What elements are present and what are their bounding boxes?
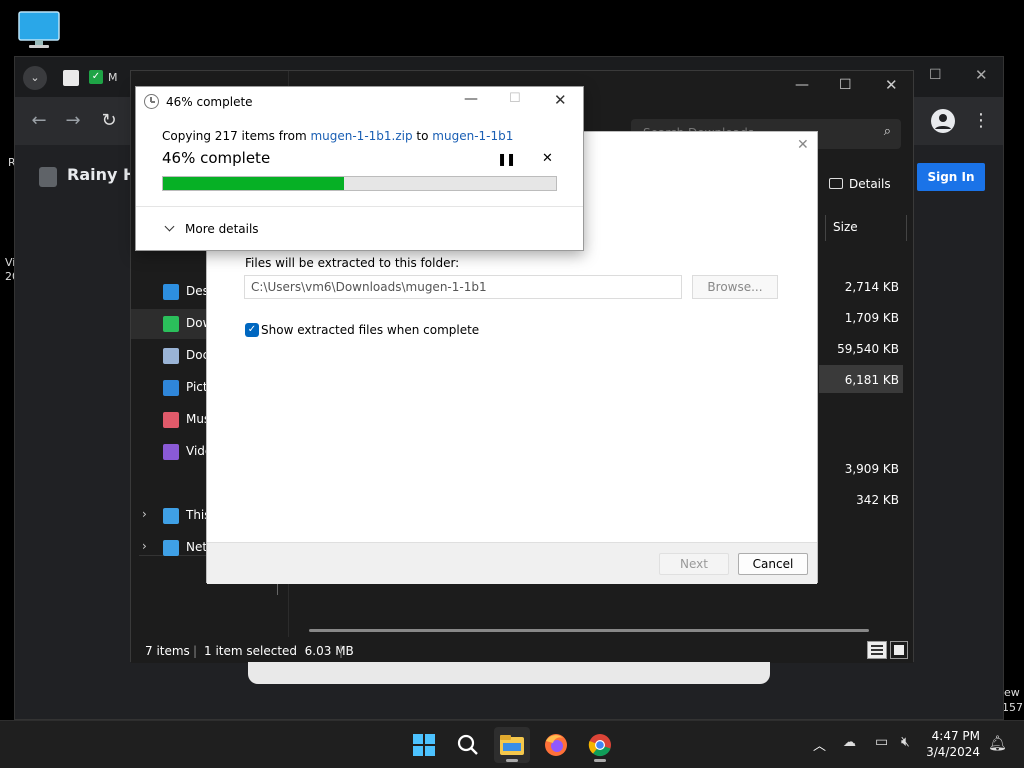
selection-info: 1 item selected 6.03 MB bbox=[204, 644, 354, 658]
file-size-cell: 3,909 KB bbox=[844, 462, 899, 476]
file-size-cell: 2,714 KB bbox=[844, 280, 899, 294]
file-explorer-taskbar-icon[interactable] bbox=[494, 727, 530, 763]
browser-tab-title[interactable]: M bbox=[108, 71, 118, 84]
file-size-cell: 1,709 KB bbox=[844, 311, 899, 325]
next-button[interactable]: Next bbox=[659, 553, 729, 575]
browser-menu-icon[interactable]: ⋮ bbox=[967, 107, 995, 135]
details-view-icon[interactable] bbox=[867, 641, 887, 659]
network-icon bbox=[163, 540, 179, 556]
explorer-minimize-icon[interactable]: — bbox=[795, 77, 809, 93]
copy-progress-dialog: 46% complete — ☐ ✕ Copying 217 items fro… bbox=[135, 86, 584, 251]
sign-in-button[interactable]: Sign In bbox=[917, 163, 985, 191]
desktop-pc-icon[interactable] bbox=[16, 10, 62, 50]
file-size-cell: 59,540 KB bbox=[837, 342, 899, 356]
horizontal-scrollbar[interactable] bbox=[309, 629, 869, 632]
taskbar-clock[interactable]: 4:47 PM 3/4/2024 bbox=[926, 728, 980, 760]
volume-muted-icon[interactable]: 🔇︎ bbox=[901, 734, 910, 750]
tab-favicon-icon bbox=[63, 70, 79, 86]
clock-time: 4:47 PM bbox=[931, 729, 980, 743]
forward-arrow-icon[interactable]: → bbox=[59, 107, 87, 135]
extract-path-input[interactable]: C:\Users\vm6\Downloads\mugen-1-1b1 bbox=[244, 275, 682, 299]
status-separator: | bbox=[193, 644, 198, 658]
cancel-copy-icon[interactable]: ✕ bbox=[542, 151, 553, 166]
sidebar-item-label: Pict bbox=[186, 380, 208, 394]
search-icon: ⌕ bbox=[883, 124, 891, 139]
pause-icon[interactable]: ❚❚ bbox=[497, 152, 516, 166]
site-logo-icon bbox=[39, 167, 57, 187]
status-separator: | bbox=[339, 644, 344, 658]
desktop-edge-text: ew bbox=[1004, 686, 1020, 699]
cancel-button[interactable]: Cancel bbox=[738, 553, 808, 575]
tiles-view-icon[interactable] bbox=[890, 641, 908, 659]
item-count: 7 items bbox=[145, 644, 190, 658]
show-files-label: Show extracted files when complete bbox=[261, 323, 480, 337]
videos-icon bbox=[163, 444, 179, 460]
chevron-down-icon bbox=[164, 221, 175, 232]
extract-folder-label: Files will be extracted to this folder: bbox=[245, 256, 460, 270]
explorer-maximize-icon[interactable]: ☐ bbox=[839, 77, 852, 93]
file-size-cell: 6,181 KB bbox=[844, 373, 899, 387]
back-arrow-icon[interactable]: ← bbox=[25, 107, 53, 135]
start-button[interactable] bbox=[406, 727, 442, 763]
wizard-close-icon[interactable]: ✕ bbox=[797, 137, 809, 153]
chevron-right-icon[interactable]: › bbox=[142, 539, 147, 553]
progress-bar bbox=[162, 176, 557, 191]
wizard-footer: Next Cancel bbox=[207, 542, 817, 584]
progress-close-icon[interactable]: ✕ bbox=[554, 91, 567, 109]
firefox-icon[interactable] bbox=[538, 727, 574, 763]
browser-maximize-icon[interactable]: ☐ bbox=[929, 67, 942, 83]
profile-avatar-icon[interactable] bbox=[931, 109, 955, 133]
taskbar: ︿ ☁ ▭ 🔇︎ 4:47 PM 3/4/2024 🔔︎ bbox=[0, 720, 1024, 768]
progress-title-bar: 46% complete — ☐ ✕ bbox=[136, 87, 583, 117]
onedrive-offline-icon[interactable]: ☁ bbox=[843, 735, 856, 750]
chevron-right-icon[interactable]: › bbox=[142, 507, 147, 521]
tab-check-icon: ✓ bbox=[89, 70, 103, 84]
desktop-edge-text: 157 bbox=[1002, 701, 1023, 714]
notification-bell-icon[interactable]: 🔔︎ bbox=[988, 734, 1007, 752]
destination-link[interactable]: mugen-1-1b1 bbox=[432, 129, 513, 143]
more-details-toggle[interactable]: More details bbox=[164, 221, 259, 236]
music-icon bbox=[163, 412, 179, 428]
details-label: Details bbox=[849, 177, 891, 191]
tab-search-icon[interactable]: ⌄ bbox=[23, 66, 47, 90]
clock-date: 3/4/2024 bbox=[926, 745, 980, 759]
explorer-close-icon[interactable]: ✕ bbox=[885, 76, 898, 94]
progress-maximize-icon: ☐ bbox=[509, 91, 521, 106]
browse-button[interactable]: Browse... bbox=[692, 275, 778, 299]
source-link[interactable]: mugen-1-1b1.zip bbox=[310, 129, 412, 143]
this-pc-icon bbox=[163, 508, 179, 524]
progress-divider bbox=[136, 206, 583, 207]
pictures-icon bbox=[163, 380, 179, 396]
explorer-status-bar: 7 items | 1 item selected 6.03 MB | bbox=[131, 637, 913, 663]
show-hidden-icons-chevron-icon[interactable]: ︿ bbox=[813, 735, 826, 754]
progress-percent-text: 46% complete bbox=[162, 149, 271, 167]
progress-bar-fill bbox=[163, 177, 344, 190]
progress-minimize-icon[interactable]: — bbox=[464, 91, 478, 107]
details-pane-icon bbox=[829, 178, 843, 189]
network-icon[interactable]: ▭ bbox=[875, 734, 888, 750]
copy-description: Copying 217 items from mugen-1-1b1.zip t… bbox=[162, 129, 514, 143]
file-size-cell: 342 KB bbox=[856, 493, 899, 507]
more-details-label: More details bbox=[185, 222, 259, 236]
clock-icon bbox=[144, 94, 159, 109]
size-column-header[interactable]: Size bbox=[825, 215, 907, 241]
search-icon[interactable] bbox=[450, 727, 486, 763]
progress-window-title: 46% complete bbox=[166, 95, 253, 109]
documents-icon bbox=[163, 348, 179, 364]
browser-close-icon[interactable]: ✕ bbox=[975, 66, 988, 84]
downloads-icon bbox=[163, 316, 179, 332]
background-window-edge bbox=[248, 662, 770, 684]
reload-icon[interactable]: ↻ bbox=[95, 107, 123, 135]
details-pane-button[interactable]: Details bbox=[829, 177, 891, 191]
chrome-icon[interactable] bbox=[582, 727, 618, 763]
show-files-checkbox[interactable]: ✓ bbox=[245, 323, 259, 337]
desktop-icon bbox=[163, 284, 179, 300]
